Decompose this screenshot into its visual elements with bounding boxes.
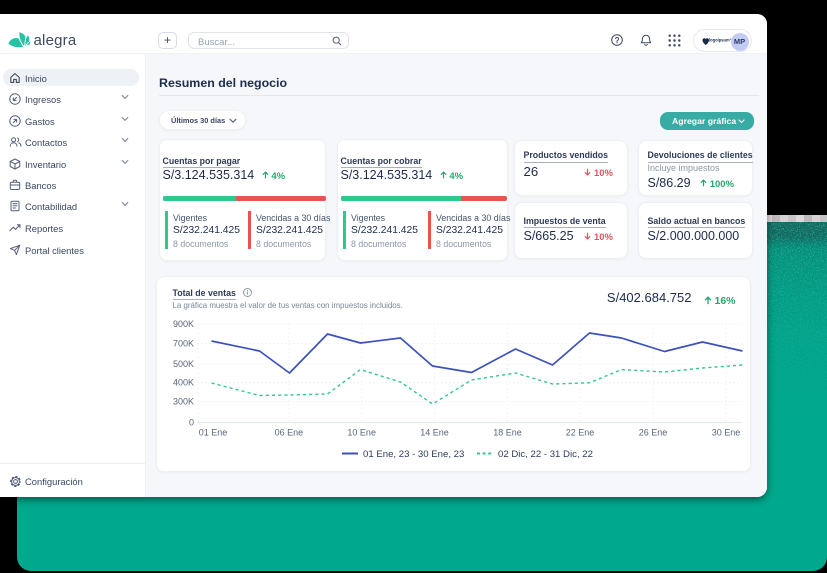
svg-text:22 Ene: 22 Ene [565, 428, 594, 438]
svg-text:26 Ene: 26 Ene [638, 428, 667, 438]
svg-text:18 Ene: 18 Ene [493, 428, 522, 438]
svg-text:300K: 300K [172, 397, 193, 407]
svg-text:30 Ene: 30 Ene [711, 428, 740, 438]
svg-text:14 Ene: 14 Ene [420, 428, 449, 438]
svg-text:01 Ene: 01 Ene [198, 428, 227, 438]
svg-text:06 Ene: 06 Ene [274, 428, 303, 438]
svg-text:900K: 900K [172, 319, 193, 329]
svg-text:500K: 500K [172, 359, 193, 369]
svg-text:10 Ene: 10 Ene [347, 428, 376, 438]
svg-text:01 Ene, 23 - 30 Ene, 23: 01 Ene, 23 - 30 Ene, 23 [363, 449, 464, 460]
svg-text:0: 0 [188, 418, 193, 428]
svg-text:400K: 400K [172, 378, 193, 388]
svg-text:700K: 700K [172, 339, 193, 349]
svg-text:02 Dic, 22 - 31 Dic, 22: 02 Dic, 22 - 31 Dic, 22 [498, 449, 593, 460]
